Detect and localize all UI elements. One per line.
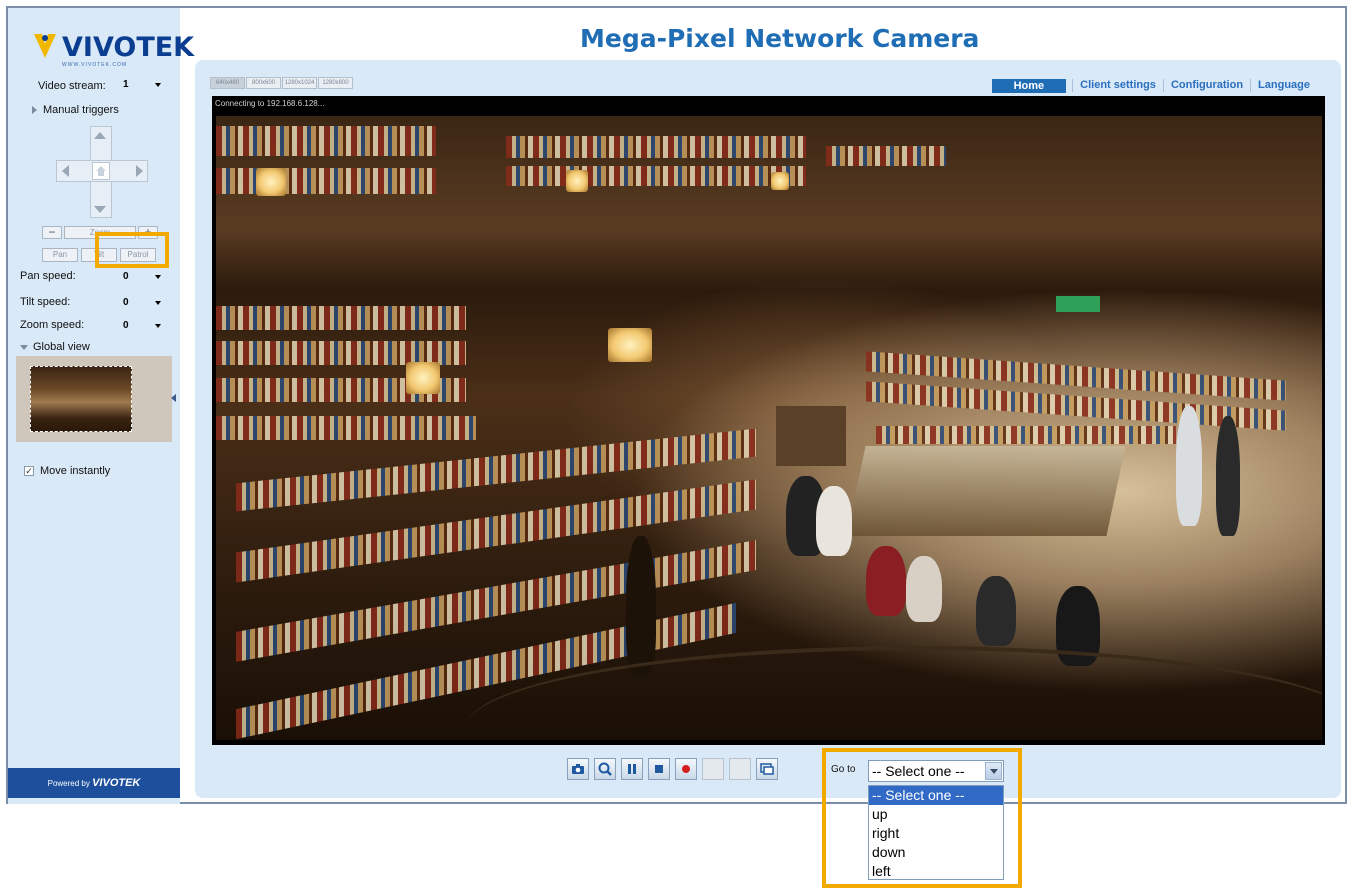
pause-icon[interactable]	[621, 758, 643, 780]
home-position-button[interactable]	[92, 162, 110, 180]
video-stream-select[interactable]: 1	[120, 78, 164, 93]
logo-wordmark: VIVOTEK	[62, 32, 195, 63]
highlight-box-goto	[822, 748, 1022, 888]
mute-icon[interactable]	[702, 758, 724, 780]
vivotek-logo: VIVOTEK WWW.VIVOTEK.COM	[32, 30, 194, 68]
powered-by-label: Powered by	[47, 779, 90, 788]
nav-configuration[interactable]: Configuration	[1162, 79, 1250, 92]
chevron-down-icon	[155, 324, 161, 328]
zoom-speed-label: Zoom speed:	[20, 319, 85, 331]
chevron-down-icon	[155, 83, 161, 87]
vivotek-logo-mark-icon	[34, 34, 56, 58]
pan-down-icon[interactable]	[94, 206, 106, 213]
record-icon[interactable]	[675, 758, 697, 780]
move-instantly-label: Move instantly	[40, 465, 111, 477]
powered-by-footer: Powered by VIVOTEK	[8, 768, 180, 798]
global-view-thumbnail[interactable]	[30, 366, 132, 432]
home-icon	[96, 166, 106, 176]
digital-zoom-icon[interactable]	[594, 758, 616, 780]
nav-language[interactable]: Language	[1250, 79, 1317, 92]
stream-tab[interactable]: 800x600	[246, 77, 281, 89]
chevron-down-icon	[155, 275, 161, 279]
chevron-down-icon	[155, 301, 161, 305]
stream-tab[interactable]: 640x480	[210, 77, 245, 89]
pan-speed-label: Pan speed:	[20, 270, 76, 282]
video-stream-value: 1	[123, 79, 129, 90]
manual-triggers-label: Manual triggers	[43, 104, 119, 116]
video-toolbar	[567, 758, 778, 782]
pan-speed-select[interactable]: 0	[120, 270, 164, 285]
video-stream-label: Video stream:	[38, 80, 106, 92]
triangle-down-icon	[20, 344, 28, 350]
stream-tab[interactable]: 1280x1024	[282, 77, 317, 89]
video-viewer[interactable]: Connecting to 192.168.6.128...	[212, 96, 1325, 745]
global-view-panel[interactable]	[16, 356, 176, 442]
tilt-speed-select[interactable]: 0	[120, 296, 164, 311]
top-nav: Home Client settings Configuration Langu…	[991, 78, 1317, 93]
nav-client-settings[interactable]: Client settings	[1072, 79, 1163, 92]
zoom-speed-value: 0	[123, 320, 129, 331]
move-instantly-checkbox[interactable]: ✓	[24, 466, 34, 476]
page-title: Mega-Pixel Network Camera	[580, 24, 980, 53]
zoom-speed-select[interactable]: 0	[120, 319, 164, 334]
nav-home[interactable]: Home	[991, 78, 1067, 93]
global-view-toggle[interactable]: Global view	[20, 341, 90, 353]
volume-icon[interactable]	[729, 758, 751, 780]
highlight-box-patrol	[95, 232, 169, 268]
logo-subtext: WWW.VIVOTEK.COM	[62, 62, 127, 68]
live-video-image	[216, 116, 1322, 740]
video-status-text: Connecting to 192.168.6.128...	[212, 96, 1325, 112]
global-view-label: Global view	[33, 341, 90, 353]
pan-up-icon[interactable]	[94, 132, 106, 139]
fullscreen-icon[interactable]	[756, 758, 778, 780]
tilt-speed-value: 0	[123, 297, 129, 308]
tilt-speed-label: Tilt speed:	[20, 296, 71, 308]
snapshot-icon[interactable]	[567, 758, 589, 780]
pan-speed-value: 0	[123, 271, 129, 282]
zoom-out-button[interactable]: −	[42, 226, 62, 239]
pan-right-icon[interactable]	[136, 165, 143, 177]
stop-icon[interactable]	[648, 758, 670, 780]
stream-size-tabs: 640x480 800x600 1280x1024 1280x800	[210, 77, 353, 89]
pan-left-icon[interactable]	[62, 165, 69, 177]
triangle-right-icon	[32, 106, 37, 115]
stream-tab[interactable]: 1280x800	[318, 77, 353, 89]
pan-button[interactable]: Pan	[42, 248, 78, 262]
manual-triggers-toggle[interactable]: Manual triggers	[32, 104, 119, 116]
global-view-handle-icon[interactable]	[171, 394, 176, 402]
powered-by-brand: VIVOTEK	[92, 777, 141, 789]
